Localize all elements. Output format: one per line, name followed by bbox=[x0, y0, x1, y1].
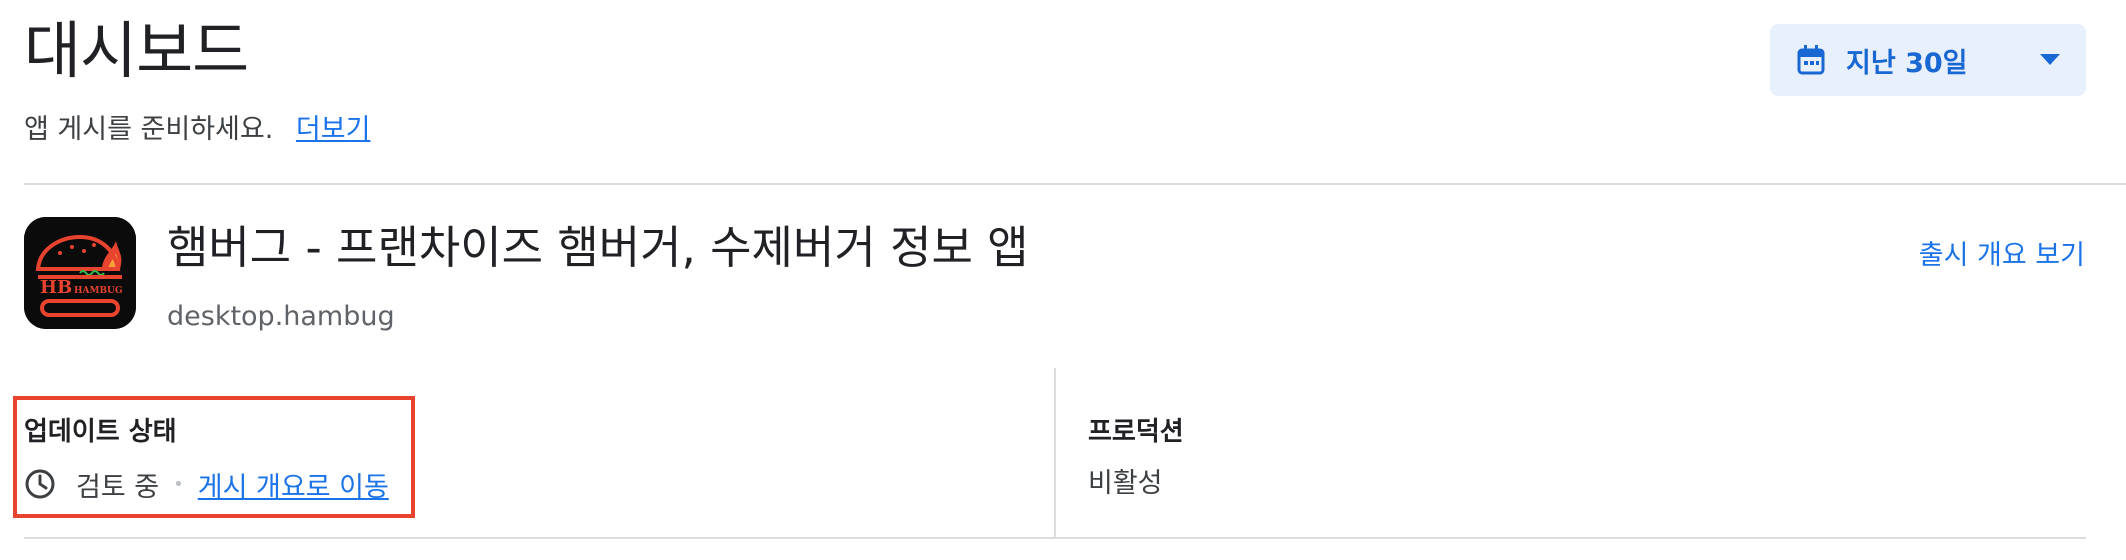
app-icon-brand: HAMBUG bbox=[74, 286, 123, 296]
column-divider bbox=[1054, 368, 1056, 538]
header-divider bbox=[24, 183, 2126, 185]
release-overview-link[interactable]: 출시 개요 보기 bbox=[1919, 236, 2085, 276]
app-name: 햄버그 - 프랜차이즈 햄버거, 수제버거 정보 앱 bbox=[167, 221, 1029, 274]
page-title: 대시보드 bbox=[24, 14, 249, 87]
app-icon-initials: HB bbox=[40, 277, 72, 298]
date-range-label: 지난 30일 bbox=[1846, 47, 1968, 79]
publishing-overview-link[interactable]: 게시 개요로 이동 bbox=[198, 465, 389, 504]
date-range-dropdown[interactable]: 지난 30일 bbox=[1770, 24, 2086, 96]
clock-icon bbox=[24, 468, 56, 500]
separator-dot: • bbox=[173, 473, 184, 495]
caret-down-icon bbox=[2040, 54, 2060, 66]
subtitle-text: 앱 게시를 준비하세요. bbox=[24, 114, 274, 145]
production-title: 프로덕션 bbox=[1088, 417, 1184, 447]
update-status-title: 업데이트 상태 bbox=[24, 417, 177, 447]
production-value: 비활성 bbox=[1088, 468, 1163, 499]
subtitle-row: 앱 게시를 준비하세요. 더보기 bbox=[24, 110, 370, 150]
update-status-value: 검토 중 bbox=[76, 471, 160, 503]
learn-more-link[interactable]: 더보기 bbox=[296, 114, 371, 145]
calendar-icon bbox=[1796, 44, 1826, 76]
update-status-row: 검토 중 • 게시 개요로 이동 bbox=[24, 464, 389, 504]
package-name: desktop.hambug bbox=[167, 301, 395, 332]
bottom-divider bbox=[24, 537, 2086, 539]
app-icon: HB HAMBUG bbox=[24, 217, 136, 329]
